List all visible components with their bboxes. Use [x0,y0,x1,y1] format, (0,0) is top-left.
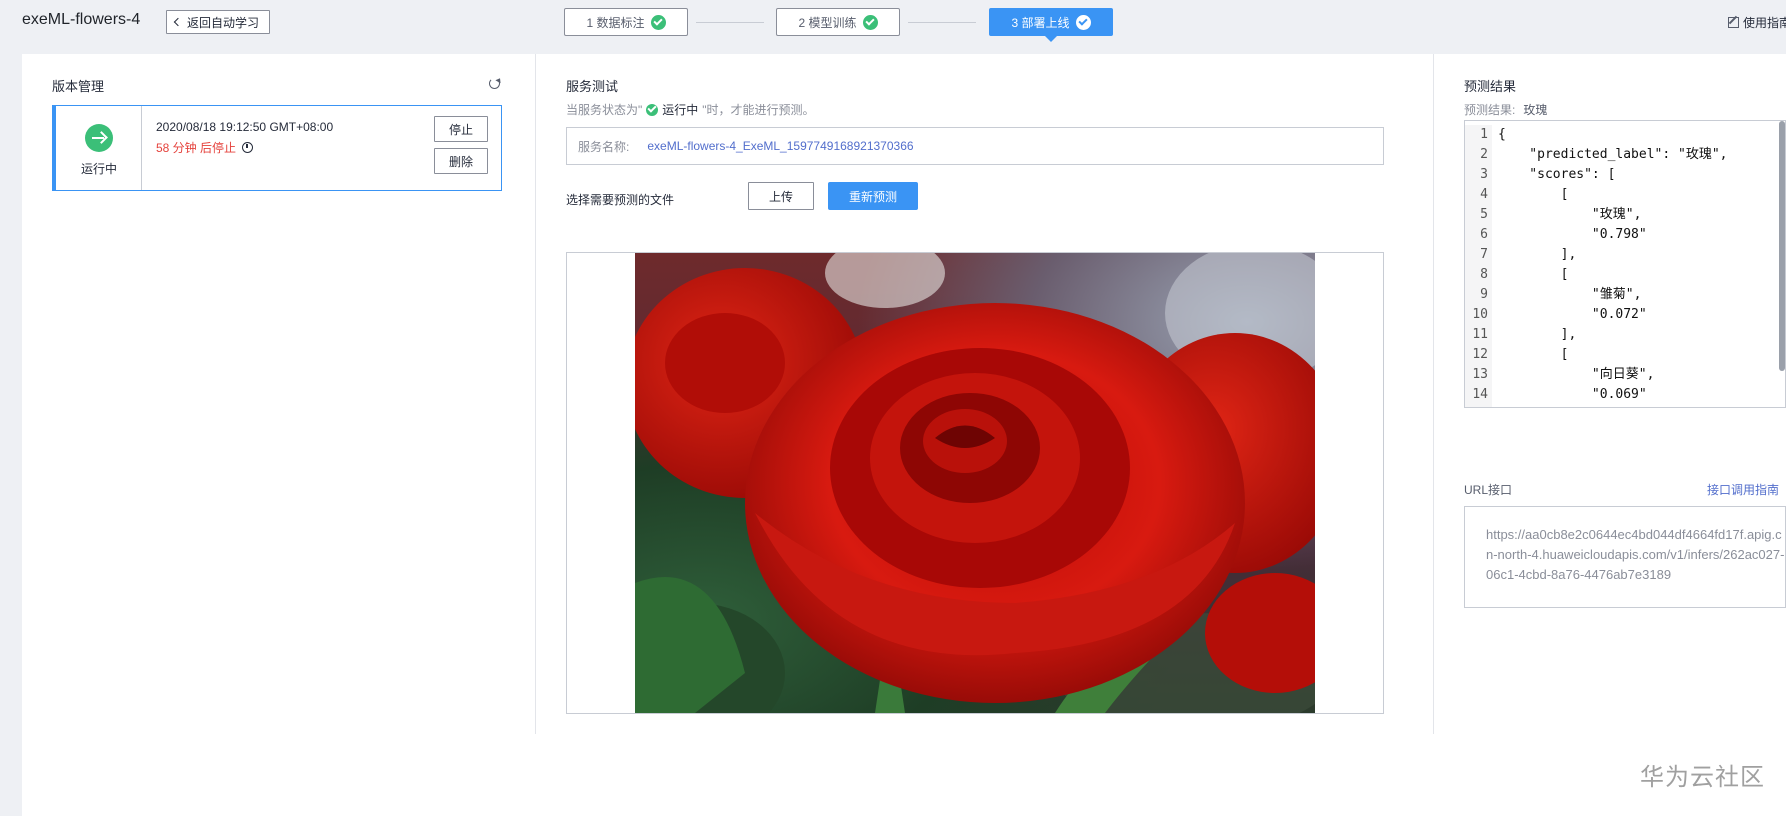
prediction-summary: 预测结果: 玫瑰 [1464,101,1547,118]
content-area: 版本管理 运行中 2020/08/18 19:12:50 GMT+08:00 5… [22,54,1786,816]
hint-suffix: "时，才能进行预测。 [702,103,815,117]
code-line: "0.798" [1498,227,1647,242]
code-line: ], [1498,405,1728,407]
result-label: 预测结果: [1464,103,1516,117]
line-number: 4 [1480,187,1488,202]
prediction-image-frame [566,252,1384,714]
code-line: { [1498,127,1506,142]
json-code: { "predicted_label": "玫瑰", "scores": [ [… [1498,125,1728,407]
code-line: [ [1498,187,1569,202]
service-name-value: exeML-flowers-4_ExeML_159774916892137036… [647,139,914,153]
stop-countdown-text: 58 分钟 后停止 [156,141,237,155]
check-circle-icon [1075,14,1091,30]
service-name-field: 服务名称: exeML-flowers-4_ExeML_159774916892… [566,127,1384,165]
line-number: 13 [1472,367,1488,382]
step-model-training[interactable]: 2 模型训练 [776,8,900,36]
hint-status: 运行中 [662,103,699,117]
stop-countdown: 58 分钟 后停止 [156,139,254,156]
service-hint: 当服务状态为" 运行中 "时，才能进行预测。 [566,101,815,118]
version-panel-title: 版本管理 [52,79,105,94]
back-button[interactable]: 返回自动学习 [166,10,271,34]
line-number: 2 [1480,147,1488,162]
prediction-title: 预测结果 [1464,79,1517,94]
line-number: 12 [1472,347,1488,362]
step-label: 2 模型训练 [798,15,857,30]
api-guide-link[interactable]: 接口调用指南 [1707,481,1779,498]
line-number: 11 [1472,327,1488,342]
arrow-right-circle-icon [85,124,113,152]
step-label: 3 部署上线 [1011,15,1070,30]
code-line: ], [1498,327,1577,342]
edit-icon [1728,17,1739,28]
result-value: 玫瑰 [1523,103,1548,117]
line-number: 14 [1472,387,1488,402]
delete-button[interactable]: 删除 [434,148,488,174]
rose-image [635,253,1315,713]
line-number: 9 [1480,287,1488,302]
service-name-label: 服务名称: [578,139,630,154]
stop-button[interactable]: 停止 [434,116,488,142]
step-label: 1 数据标注 [586,15,645,30]
step-data-labeling[interactable]: 1 数据标注 [564,8,688,36]
usage-guide-link[interactable]: 使用指南 [1728,14,1786,31]
scrollbar[interactable] [1779,121,1785,371]
hint-prefix: 当服务状态为" [566,103,643,117]
prediction-json-viewer[interactable]: 12345678910111213141516 { "predicted_lab… [1464,120,1786,408]
code-line: "雏菊", [1498,287,1642,302]
page-title: exeML-flowers-4 [22,11,141,28]
check-circle-icon [646,103,659,116]
step-deploy[interactable]: 3 部署上线 [989,8,1113,42]
watermark: 华为云社区 [1640,764,1765,791]
line-number: 8 [1480,267,1488,282]
rose-illustration [635,253,1315,713]
top-bar: exeML-flowers-4 返回自动学习 1 数据标注 2 模型训练 3 部… [0,0,1786,48]
code-line: "0.069" [1498,387,1647,402]
code-line: "向日葵", [1498,367,1655,382]
repredict-button[interactable]: 重新预测 [828,182,918,210]
version-card[interactable]: 运行中 2020/08/18 19:12:50 GMT+08:00 58 分钟 … [52,105,502,191]
chevron-left-icon [173,17,183,27]
line-number: 3 [1480,167,1488,182]
step-connector [696,22,764,23]
service-test-title: 服务测试 [566,79,619,94]
created-time: 2020/08/18 19:12:50 GMT+08:00 [156,120,334,134]
timer-icon[interactable] [242,142,254,153]
line-number: 15 [1465,405,1488,407]
step-connector [908,22,976,23]
line-number-gutter: 12345678910111213141516 [1465,125,1492,407]
line-number: 6 [1480,227,1488,242]
status-label: 运行中 [80,162,117,176]
code-line: "predicted_label": "玫瑰", [1498,147,1728,162]
code-line: [ [1498,347,1569,362]
version-status: 运行中 [56,106,142,190]
file-select-label: 选择需要预测的文件 [566,193,675,207]
check-circle-icon [650,14,666,30]
check-circle-icon [862,14,878,30]
line-number: 1 [1480,127,1488,142]
upload-button[interactable]: 上传 [748,182,814,210]
code-line: "0.072" [1498,307,1647,322]
usage-guide-label: 使用指南 [1743,16,1786,30]
version-panel: 版本管理 运行中 2020/08/18 19:12:50 GMT+08:00 5… [22,54,536,734]
code-line: [ [1498,267,1569,282]
code-line: "玫瑰", [1498,207,1642,222]
line-number: 5 [1480,207,1488,222]
code-line: "scores": [ [1498,167,1616,182]
prediction-panel: 预测结果 预测结果:玫瑰 12345678910111213141516 { "… [1434,54,1786,734]
url-label: URL接口 [1464,483,1513,497]
url-value[interactable]: https://aa0cb8e2c0644ec4bd044df4664fd17f… [1464,506,1786,608]
service-test-panel: 服务测试 当服务状态为" 运行中 "时，才能进行预测。 服务名称: exeML-… [536,54,1434,734]
refresh-icon[interactable] [489,78,500,89]
back-button-label: 返回自动学习 [187,15,260,30]
line-number: 10 [1472,307,1488,322]
code-line: ], [1498,247,1577,262]
line-number: 7 [1480,247,1488,262]
